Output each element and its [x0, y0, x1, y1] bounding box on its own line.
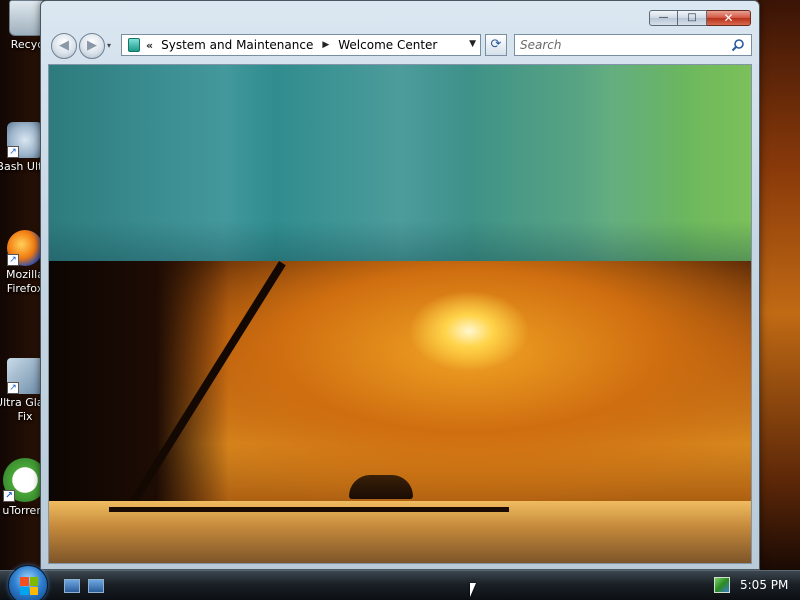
breadcrumb-system-and-maintenance[interactable]: System and Maintenance — [161, 38, 313, 52]
network-icon[interactable] — [714, 577, 730, 593]
aurora-banner — [49, 65, 751, 261]
scene-pier — [109, 507, 509, 512]
shortcut-arrow-icon: ↗ — [7, 146, 19, 158]
forward-button[interactable]: ▶ — [79, 33, 105, 59]
breadcrumb-separator-icon[interactable]: ▶ — [322, 40, 329, 50]
show-desktop-icon[interactable] — [64, 579, 80, 593]
caption-buttons: — □ ✕ — [649, 10, 751, 26]
start-button[interactable] — [8, 565, 48, 600]
shortcut-arrow-icon: ↗ — [7, 254, 19, 266]
refresh-button[interactable]: ⟳ — [485, 34, 507, 56]
shortcut-arrow-icon: ↗ — [3, 490, 15, 502]
address-bar[interactable]: « System and Maintenance ▶ Welcome Cente… — [121, 34, 481, 56]
maximize-button[interactable]: □ — [678, 10, 707, 26]
firefox-icon: ↗ — [7, 230, 43, 266]
scene-hut — [349, 475, 413, 499]
taskbar-clock[interactable]: 5:05 PM — [740, 578, 788, 592]
search-input[interactable] — [515, 38, 725, 52]
mouse-pointer-icon — [470, 583, 476, 597]
recent-pages-dropdown[interactable]: ▾ — [107, 41, 115, 51]
explorer-window: — □ ✕ ◀ ▶ ▾ « System and Maintenance ▶ W… — [40, 0, 760, 570]
windows-logo-icon — [20, 577, 38, 595]
switch-windows-icon[interactable] — [88, 579, 104, 593]
address-dropdown-icon[interactable]: ▼ — [469, 39, 476, 49]
taskbar: 5:05 PM — [0, 565, 800, 600]
shortcut-arrow-icon: ↗ — [7, 382, 19, 394]
minimize-button[interactable]: — — [649, 10, 678, 26]
breadcrumb-welcome-center[interactable]: Welcome Center — [338, 38, 437, 52]
welcome-center-content — [48, 64, 752, 564]
wallpaper-right-edge — [758, 0, 800, 570]
bash-app-icon: ↗ — [7, 122, 43, 158]
back-button[interactable]: ◀ — [51, 33, 77, 59]
search-icon[interactable] — [731, 38, 745, 52]
control-panel-icon — [128, 38, 140, 52]
content-background-image — [49, 261, 751, 563]
search-box[interactable] — [514, 34, 752, 56]
breadcrumb-overflow-button[interactable]: « — [146, 39, 153, 52]
close-button[interactable]: ✕ — [707, 10, 751, 26]
ultra-glass-icon: ↗ — [7, 358, 43, 394]
navigation-bar: ◀ ▶ ▾ « System and Maintenance ▶ Welcome… — [49, 33, 753, 59]
